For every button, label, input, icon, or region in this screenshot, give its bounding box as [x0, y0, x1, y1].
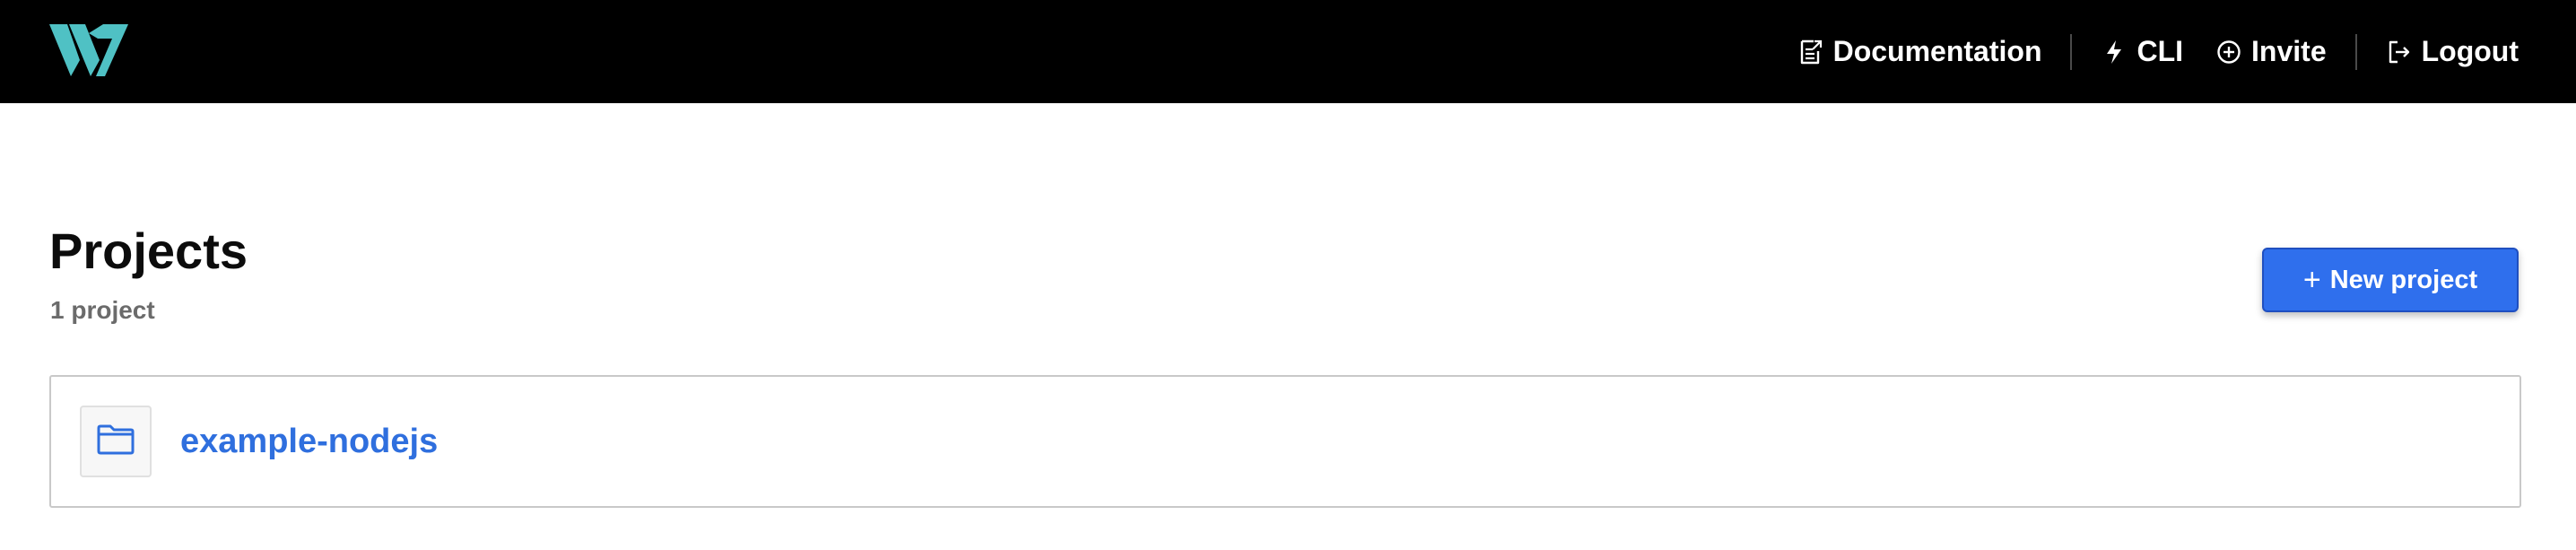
page-title: Projects	[49, 223, 248, 279]
folder-icon	[97, 424, 135, 459]
new-project-label: New project	[2329, 265, 2478, 294]
nav-divider	[2354, 33, 2357, 70]
logout-link[interactable]: Logout	[2386, 27, 2519, 77]
new-project-button[interactable]: + New project	[2262, 248, 2519, 312]
cli-label: CLI	[2137, 35, 2184, 67]
project-name-link[interactable]: example-nodejs	[180, 423, 438, 461]
brand-logo-icon[interactable]	[49, 24, 128, 76]
lightning-bolt-icon	[2101, 39, 2128, 65]
invite-link[interactable]: Invite	[2215, 27, 2327, 77]
project-count: 1 project	[50, 296, 155, 324]
header-nav: Documentation CLI Invite Logout	[1797, 0, 2519, 103]
documentation-link[interactable]: Documentation	[1797, 27, 2042, 77]
cli-link[interactable]: CLI	[2101, 27, 2183, 77]
plus-icon: +	[2302, 263, 2321, 297]
logo-mark	[49, 24, 128, 76]
invite-label: Invite	[2251, 35, 2327, 67]
documentation-label: Documentation	[1832, 35, 2042, 67]
nav-divider	[2070, 33, 2073, 70]
project-list-item[interactable]: example-nodejs	[49, 375, 2521, 508]
project-icon-container	[80, 406, 152, 477]
logout-icon	[2386, 39, 2413, 65]
logout-label: Logout	[2421, 35, 2519, 67]
plus-circle-icon	[2215, 39, 2242, 65]
top-navigation-bar: Documentation CLI Invite Logout	[0, 0, 2576, 103]
document-external-icon	[1797, 39, 1824, 65]
